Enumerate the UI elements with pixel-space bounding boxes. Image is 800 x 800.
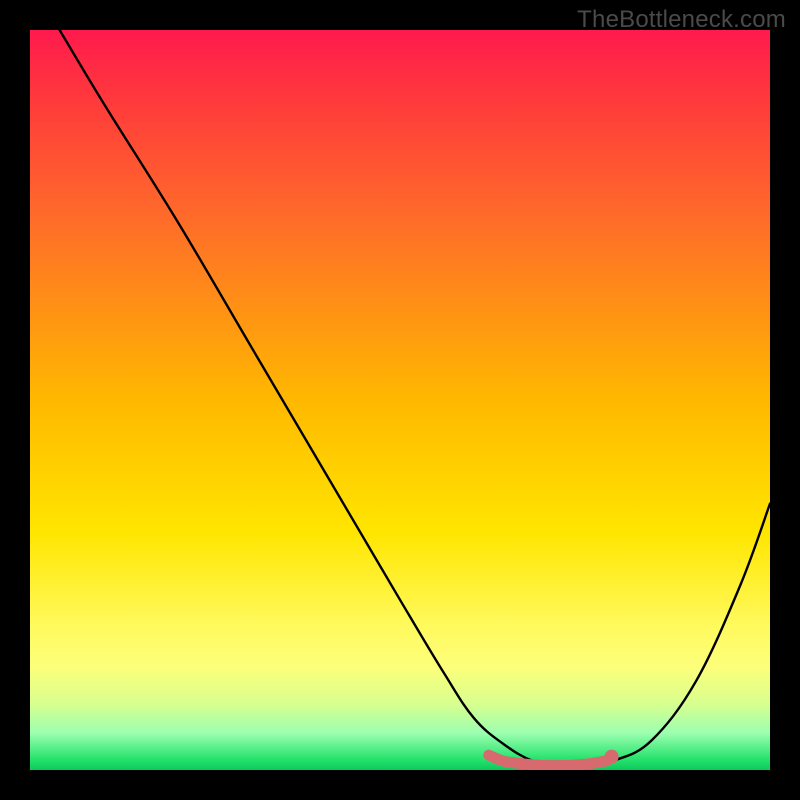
bottleneck-curve bbox=[60, 30, 770, 767]
chart-svg bbox=[30, 30, 770, 770]
chart-frame: TheBottleneck.com bbox=[0, 0, 800, 800]
optimal-marker-line bbox=[489, 755, 612, 765]
optimal-marker-dot bbox=[605, 750, 619, 764]
watermark-text: TheBottleneck.com bbox=[577, 6, 786, 34]
